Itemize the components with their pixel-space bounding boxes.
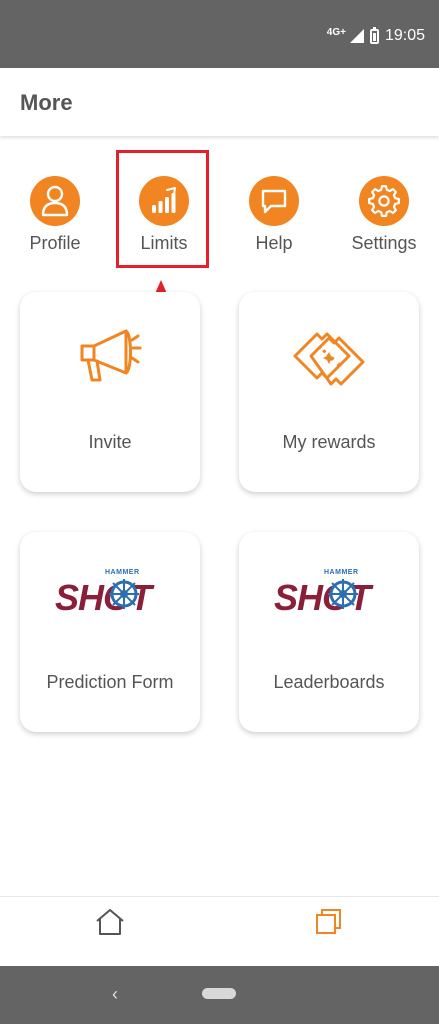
settings-icon <box>359 176 409 226</box>
home-icon[interactable] <box>94 907 126 942</box>
header: More <box>0 68 439 136</box>
back-icon[interactable]: ‹ <box>112 984 118 1005</box>
wheel-icon <box>109 579 139 609</box>
home-pill-icon[interactable] <box>202 988 236 999</box>
menu-label-settings: Settings <box>351 233 417 253</box>
bottom-nav <box>0 896 439 966</box>
network-type: 4G+ <box>326 26 346 38</box>
status-icons: 4G+ 19:05 <box>326 26 425 45</box>
logo-top-text: HAMMER <box>105 569 140 576</box>
hammer-shot-logo: HAMMER SHOT <box>239 562 419 632</box>
top-menu: Profile Limits Help Settings <box>0 172 439 262</box>
pages-icon[interactable] <box>313 907 345 942</box>
battery-icon <box>369 26 379 44</box>
megaphone-icon <box>20 322 200 392</box>
tickets-icon <box>239 322 419 392</box>
card-label-prediction-form: Prediction Form <box>46 672 174 692</box>
profile-icon <box>30 176 80 226</box>
card-my-rewards[interactable]: My rewards <box>239 292 419 492</box>
signal-icon <box>349 29 364 43</box>
highlight-box <box>116 150 209 268</box>
page-title: More <box>20 90 73 115</box>
status-bar: 4G+ 19:05 <box>0 0 439 68</box>
card-label-invite: Invite <box>88 432 132 452</box>
card-label-my-rewards: My rewards <box>282 432 376 452</box>
menu-item-help[interactable]: Help <box>224 172 324 254</box>
hammer-shot-logo: HAMMER SHOT <box>20 562 200 632</box>
status-time: 19:05 <box>384 27 425 44</box>
menu-label-help: Help <box>255 233 293 253</box>
card-label-leaderboards: Leaderboards <box>273 672 385 692</box>
menu-label-profile: Profile <box>29 233 81 253</box>
menu-item-profile[interactable]: Profile <box>5 172 105 254</box>
logo-top-text: HAMMER <box>324 569 359 576</box>
card-leaderboards[interactable]: HAMMER SHOT Leaderboards <box>239 532 419 732</box>
card-invite[interactable]: Invite <box>20 292 200 492</box>
menu-item-settings[interactable]: Settings <box>334 172 434 254</box>
help-icon <box>249 176 299 226</box>
card-prediction-form[interactable]: HAMMER SHOT Prediction Form <box>20 532 200 732</box>
system-nav-bar: ‹ <box>0 966 439 1024</box>
wheel-icon <box>328 579 358 609</box>
